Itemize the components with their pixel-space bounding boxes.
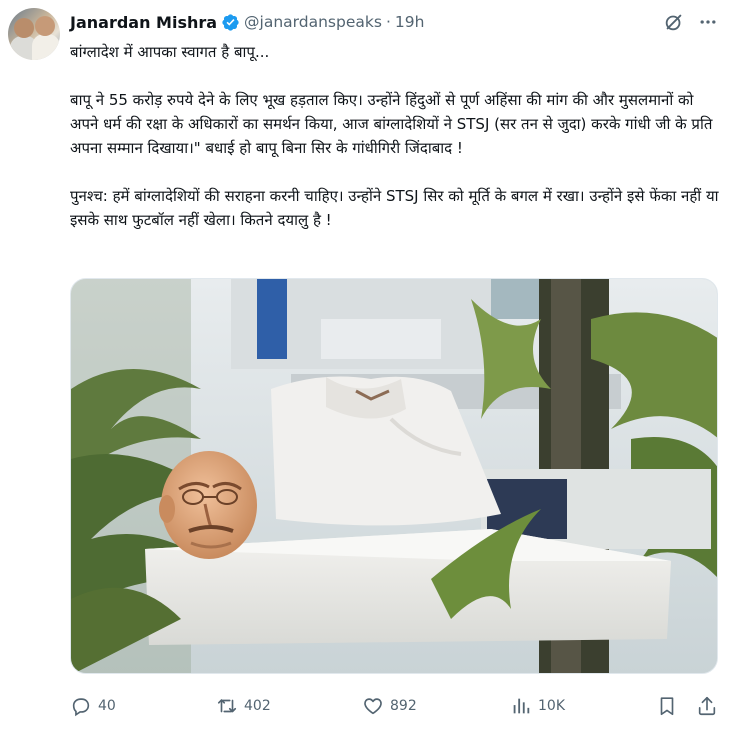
- reply-button[interactable]: 40: [70, 692, 116, 720]
- author-handle[interactable]: @janardanspeaks: [244, 13, 382, 31]
- tweet-header: Janardan Mishra @janardanspeaks · 19h: [70, 10, 424, 34]
- grok-icon[interactable]: [662, 10, 686, 34]
- author-name[interactable]: Janardan Mishra: [70, 13, 217, 32]
- like-count: 892: [390, 698, 417, 714]
- tweet-paragraph-2: बापू ने 55 करोड़ रुपये देने के लिए भूख ह…: [70, 91, 713, 157]
- views-icon: [513, 698, 530, 714]
- heart-icon: [364, 698, 382, 715]
- more-icon[interactable]: [696, 10, 720, 34]
- reply-icon: [72, 698, 90, 717]
- bookmark-button[interactable]: [656, 692, 678, 720]
- avatar-figure-right: [32, 34, 60, 60]
- tweet-media-photo[interactable]: [70, 278, 718, 674]
- bookmark-icon: [660, 697, 674, 716]
- separator-dot: ·: [385, 13, 391, 31]
- avatar-head-left: [14, 18, 34, 38]
- tweet-paragraph-3: पुनश्च: हमें बांग्लादेशियों की सराहना कर…: [70, 187, 719, 229]
- repost-button[interactable]: 402: [216, 692, 271, 720]
- photo-statue-scene: [71, 279, 717, 673]
- views-button[interactable]: 10K: [510, 692, 565, 720]
- share-icon: [698, 696, 716, 716]
- reply-count: 40: [98, 698, 116, 714]
- views-count: 10K: [538, 698, 565, 714]
- author-avatar[interactable]: [8, 8, 60, 60]
- like-button[interactable]: 892: [362, 692, 417, 720]
- repost-icon: [217, 699, 237, 713]
- tweet-text: बांग्लादेश में आपका स्वागत है बापू... बा…: [70, 40, 720, 232]
- tweet-line-1: बांग्लादेश में आपका स्वागत है बापू...: [70, 43, 270, 61]
- share-button[interactable]: [696, 692, 718, 720]
- avatar-head-right: [35, 16, 55, 36]
- tweet-actions: 40 402 892 10K: [70, 692, 720, 720]
- verified-badge-icon[interactable]: [221, 13, 240, 32]
- tweet-time[interactable]: 19h: [395, 13, 425, 31]
- repost-count: 402: [244, 698, 271, 714]
